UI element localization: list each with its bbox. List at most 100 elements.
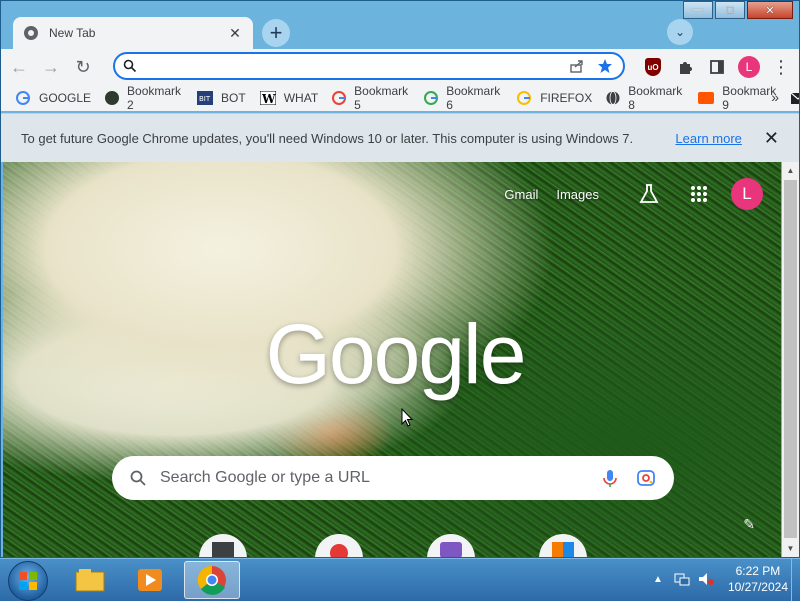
- bookmark-label: GOOGLE: [39, 91, 92, 105]
- close-infobar-icon[interactable]: ✕: [764, 128, 779, 149]
- forward-button[interactable]: →: [37, 53, 65, 81]
- infobar-message: To get future Google Chrome updates, you…: [21, 130, 634, 146]
- share-icon[interactable]: [567, 56, 587, 76]
- bookmark-item[interactable]: FIREFOX: [516, 90, 592, 106]
- bookmark-label: Bookmark 6: [446, 84, 501, 112]
- bookmark-label: WHAT: [283, 91, 319, 105]
- google-g-icon: [332, 90, 347, 106]
- globe-icon: [606, 90, 620, 106]
- network-icon[interactable]: [674, 571, 690, 587]
- bookmark-item[interactable]: Bookmark 6: [424, 84, 502, 112]
- shortcut-tile[interactable]: [315, 534, 363, 557]
- tab-title: New Tab: [49, 26, 96, 40]
- bookmark-item[interactable]: GOOGLE: [15, 90, 91, 106]
- bit-icon: BIT: [197, 90, 214, 106]
- search-icon: [123, 59, 137, 73]
- bookmarks-bar: GOOGLE Bookmark 2 BIT BOT W WHAT Bookmar…: [1, 84, 799, 112]
- google-apps-icon[interactable]: [689, 184, 709, 204]
- mail-icon: [212, 542, 234, 557]
- shortcut-tile[interactable]: [199, 534, 247, 557]
- bookmark-item[interactable]: Bookmark 5: [332, 84, 410, 112]
- bookmark-label: Bookmark 8: [628, 84, 683, 112]
- shortcut-red-icon: [330, 544, 348, 557]
- media-player-icon: [138, 569, 162, 591]
- clock[interactable]: 6:22 PM 10/27/2024: [728, 563, 788, 595]
- omnibox[interactable]: [113, 52, 625, 80]
- clock-date: 10/27/2024: [727, 580, 788, 594]
- tab-search-button[interactable]: ⌄: [667, 19, 693, 45]
- google-g-icon: [15, 90, 31, 106]
- images-link[interactable]: Images: [556, 187, 599, 202]
- bookmark-item[interactable]: email: [790, 90, 799, 106]
- bookmark-label: Bookmark 2: [127, 84, 182, 112]
- envelope-icon: [790, 90, 799, 106]
- google-g-icon: [424, 90, 439, 106]
- chrome-icon: [197, 565, 226, 595]
- google-g-icon: [516, 90, 532, 106]
- ntp-shortcuts: [199, 534, 599, 557]
- bookmark-label: BOT: [221, 91, 246, 105]
- soundcloud-icon: [698, 90, 715, 106]
- new-tab-button[interactable]: +: [262, 19, 290, 47]
- back-button[interactable]: ←: [5, 53, 33, 81]
- shortcut-tile[interactable]: [539, 534, 587, 557]
- toolbar: ← → ↻ uO L ⋮: [1, 49, 799, 85]
- svg-text:W: W: [261, 92, 276, 105]
- extensions-puzzle-icon[interactable]: [671, 53, 699, 81]
- vertical-scrollbar[interactable]: ▲ ▼: [782, 162, 799, 557]
- tray-expand-icon[interactable]: ▲: [650, 571, 666, 587]
- omnibox-input[interactable]: [145, 55, 559, 77]
- bookmark-label: Bookmark 9: [722, 84, 777, 112]
- learn-more-link[interactable]: Learn more: [675, 131, 741, 146]
- bookmark-item[interactable]: BIT BOT: [197, 90, 246, 106]
- search-icon: [130, 470, 146, 486]
- reload-button[interactable]: ↻: [69, 53, 97, 81]
- svg-text:BIT: BIT: [199, 95, 211, 103]
- search-placeholder: Search Google or type a URL: [160, 469, 370, 486]
- google-lens-icon[interactable]: [636, 468, 656, 488]
- new-tab-page: Gmail Images L Google Search Google or t…: [3, 162, 781, 557]
- bookmark-item[interactable]: W WHAT: [259, 90, 319, 106]
- chrome-menu-button[interactable]: ⋮: [767, 53, 795, 81]
- scroll-down-icon[interactable]: ▼: [782, 540, 799, 557]
- profile-avatar[interactable]: L: [735, 53, 763, 81]
- system-tray: ▲ 6:22 PM 10/27/2024: [650, 563, 788, 595]
- scrollbar-thumb[interactable]: [784, 180, 797, 538]
- bookmark-star-icon[interactable]: [595, 56, 615, 76]
- taskbar-media-player[interactable]: [122, 561, 178, 599]
- side-panel-icon[interactable]: [703, 53, 731, 81]
- start-button[interactable]: [8, 561, 48, 601]
- tab-strip: New Tab ✕ + ⌄: [1, 13, 799, 49]
- ublock-extension-icon[interactable]: uO: [639, 53, 667, 81]
- bookmarks-overflow-button[interactable]: »: [771, 89, 779, 105]
- shortcut-tile[interactable]: [427, 534, 475, 557]
- tab-new-tab[interactable]: New Tab ✕: [13, 17, 253, 49]
- google-logo: Google: [265, 307, 527, 401]
- mouse-cursor-icon: [401, 408, 413, 427]
- toolbar-right: uO L ⋮: [639, 53, 799, 81]
- taskbar-explorer[interactable]: [62, 561, 118, 599]
- shortcut-purple-icon: [440, 542, 462, 557]
- labs-flask-icon[interactable]: [637, 182, 661, 206]
- clock-time: 6:22 PM: [735, 564, 781, 578]
- chrome-favicon-icon: [24, 26, 38, 40]
- customize-pencil-icon[interactable]: ✎: [743, 516, 755, 533]
- volume-muted-icon[interactable]: [698, 571, 714, 587]
- gmail-link[interactable]: Gmail: [504, 187, 538, 202]
- close-tab-icon[interactable]: ✕: [227, 25, 243, 42]
- bookmark-item[interactable]: Bookmark 2: [105, 84, 183, 112]
- update-infobar: To get future Google Chrome updates, you…: [1, 113, 799, 162]
- bot-icon: [105, 90, 120, 106]
- bookmark-label: FIREFOX: [540, 91, 593, 105]
- ntp-account-avatar[interactable]: L: [731, 178, 763, 210]
- bookmark-item[interactable]: Bookmark 8: [606, 84, 684, 112]
- show-desktop-button[interactable]: [791, 559, 800, 601]
- scroll-up-icon[interactable]: ▲: [782, 162, 799, 179]
- bookmark-item[interactable]: Bookmark 9: [698, 84, 776, 112]
- taskbar-chrome[interactable]: [184, 561, 240, 599]
- ntp-search-box[interactable]: Search Google or type a URL: [112, 456, 674, 500]
- bookmark-label: Bookmark 5: [354, 84, 409, 112]
- chrome-window: — □ ✕ New Tab ✕ + ⌄ ← → ↻ uO L ⋮ GOOGLE …: [0, 0, 800, 558]
- file-explorer-icon: [75, 569, 105, 592]
- voice-search-mic-icon[interactable]: [600, 468, 620, 488]
